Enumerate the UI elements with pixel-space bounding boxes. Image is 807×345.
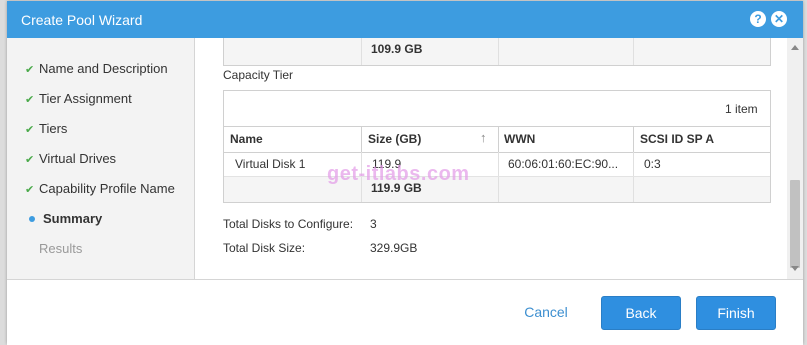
help-icon[interactable]: ? xyxy=(750,11,766,27)
cell-wwn: 60:06:01:60:EC:90... xyxy=(508,157,619,171)
step-virtual-drives[interactable]: ✔ Virtual Drives xyxy=(25,151,116,166)
total-disk-size-value: 329.9GB xyxy=(370,241,418,255)
item-count: 1 item xyxy=(725,102,758,116)
dialog-title: Create Pool Wizard xyxy=(21,12,143,28)
step-summary[interactable]: Summary xyxy=(27,211,102,226)
total-disks-label: Total Disks to Configure: xyxy=(223,217,354,231)
column-header-wwn[interactable]: WWN xyxy=(504,132,535,146)
back-button[interactable]: Back xyxy=(601,296,681,330)
create-pool-wizard-dialog: Create Pool Wizard ? ✕ ✔ Name and Descrip… xyxy=(7,1,803,345)
step-name-and-description[interactable]: ✔ Name and Description xyxy=(25,61,168,76)
table-header-row: Name Size (GB) ↑ WWN SCSI ID SP A xyxy=(224,126,770,153)
step-label: Tiers xyxy=(39,121,68,136)
wizard-steps-sidebar: ✔ Name and Description ✔ Tier Assignment ✔… xyxy=(7,38,195,279)
total-disks-value: 3 xyxy=(370,217,377,231)
table-total-row: 119.9 GB xyxy=(224,177,770,202)
check-icon: ✔ xyxy=(25,154,35,166)
finish-button[interactable]: Finish xyxy=(696,296,776,330)
step-tier-assignment[interactable]: ✔ Tier Assignment xyxy=(25,91,132,106)
check-icon: ✔ xyxy=(25,124,35,136)
current-step-dot-icon xyxy=(29,216,35,223)
close-icon[interactable]: ✕ xyxy=(771,11,787,27)
check-icon: ✔ xyxy=(25,184,35,196)
step-capability-profile-name[interactable]: ✔ Capability Profile Name xyxy=(25,181,175,196)
cancel-button[interactable]: Cancel xyxy=(515,296,577,328)
step-label: Tier Assignment xyxy=(39,91,132,106)
step-label: Results xyxy=(39,241,83,256)
cell-name: Virtual Disk 1 xyxy=(235,157,306,171)
wizard-footer: Cancel Back Finish xyxy=(7,279,803,345)
scrollbar-thumb[interactable] xyxy=(790,180,800,268)
title-bar: Create Pool Wizard ? ✕ xyxy=(7,1,803,38)
cell-scsi-id: 0:3 xyxy=(644,157,661,171)
previous-tier-total-size: 109.9 GB xyxy=(371,42,423,56)
check-icon: ✔ xyxy=(25,94,35,106)
sort-ascending-icon[interactable]: ↑ xyxy=(480,130,487,145)
watermark: get-itlabs.com xyxy=(327,163,470,185)
scroll-down-icon[interactable] xyxy=(791,266,799,271)
table-row[interactable]: Virtual Disk 1 119.9 60:06:01:60:EC:90..… xyxy=(224,152,770,177)
step-results: Results xyxy=(25,241,82,256)
step-label: Name and Description xyxy=(39,61,168,76)
step-label: Summary xyxy=(43,211,103,226)
step-tiers[interactable]: ✔ Tiers xyxy=(25,121,67,136)
summary-content: 109.9 GB Capacity Tier 1 item Name Size … xyxy=(195,38,788,279)
scroll-up-icon[interactable] xyxy=(791,45,799,50)
previous-tier-table: 109.9 GB xyxy=(223,38,771,66)
column-header-scsi-id[interactable]: SCSI ID SP A xyxy=(640,132,714,146)
step-label: Virtual Drives xyxy=(39,151,117,166)
capacity-tier-table: 1 item Name Size (GB) ↑ WWN SCSI ID SP A… xyxy=(223,90,771,203)
column-header-size[interactable]: Size (GB) xyxy=(368,132,421,146)
capacity-tier-heading: Capacity Tier xyxy=(223,68,294,82)
column-header-name[interactable]: Name xyxy=(230,132,263,146)
total-disk-size-label: Total Disk Size: xyxy=(223,241,306,255)
step-label: Capability Profile Name xyxy=(39,181,175,196)
check-icon: ✔ xyxy=(25,64,35,76)
content-scrollbar[interactable] xyxy=(787,38,803,279)
